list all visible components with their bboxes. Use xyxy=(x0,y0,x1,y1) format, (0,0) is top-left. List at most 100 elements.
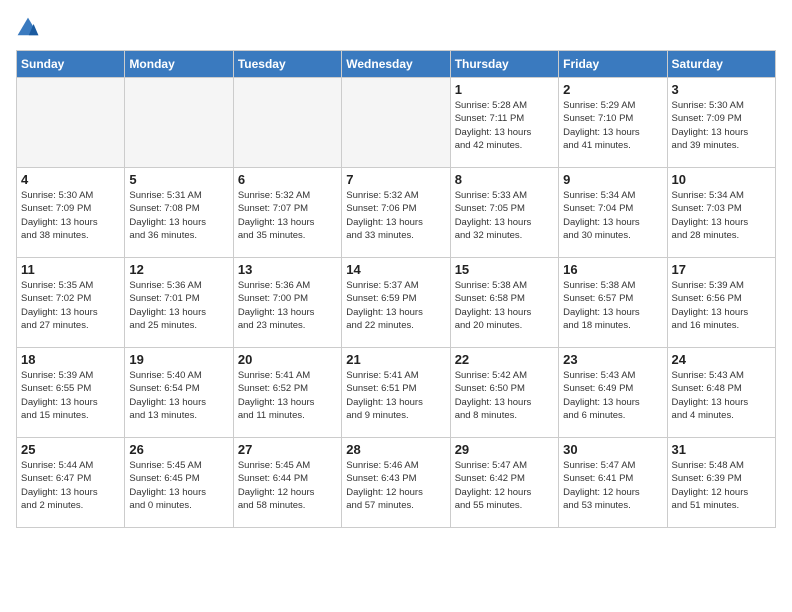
calendar-cell: 1 Sunrise: 5:28 AM Sunset: 7:11 PM Daylig… xyxy=(450,78,558,168)
day-info: Sunrise: 5:45 AM Sunset: 6:45 PM Dayligh… xyxy=(129,459,228,512)
calendar-cell: 12Sunrise: 5:36 AM Sunset: 7:01 PM Dayli… xyxy=(125,258,233,348)
weekday-header-thursday: Thursday xyxy=(450,51,558,78)
day-number: 9 xyxy=(563,172,662,187)
calendar-cell xyxy=(17,78,125,168)
day-info: Sunrise: 5:35 AM Sunset: 7:02 PM Dayligh… xyxy=(21,279,120,332)
day-number: 15 xyxy=(455,262,554,277)
weekday-header-sunday: Sunday xyxy=(17,51,125,78)
day-number: 31 xyxy=(672,442,771,457)
weekday-header-monday: Monday xyxy=(125,51,233,78)
day-info: Sunrise: 5:36 AM Sunset: 7:00 PM Dayligh… xyxy=(238,279,337,332)
day-info: Sunrise: 5:32 AM Sunset: 7:06 PM Dayligh… xyxy=(346,189,445,242)
calendar-week-1: 1 Sunrise: 5:28 AM Sunset: 7:11 PM Daylig… xyxy=(17,78,776,168)
day-number: 27 xyxy=(238,442,337,457)
day-info: Sunrise: 5:43 AM Sunset: 6:48 PM Dayligh… xyxy=(672,369,771,422)
calendar-cell: 11 Sunrise: 5:35 AM Sunset: 7:02 PM Dayli… xyxy=(17,258,125,348)
weekday-header-friday: Friday xyxy=(559,51,667,78)
day-number: 18 xyxy=(21,352,120,367)
day-info: Sunrise: 5:47 AM Sunset: 6:41 PM Dayligh… xyxy=(563,459,662,512)
calendar-cell: 6Sunrise: 5:32 AM Sunset: 7:07 PM Daylig… xyxy=(233,168,341,258)
calendar-cell: 9 Sunrise: 5:34 AM Sunset: 7:04 PM Daylig… xyxy=(559,168,667,258)
calendar-cell: 27 Sunrise: 5:45 AM Sunset: 6:44 PM Dayli… xyxy=(233,438,341,528)
day-info: Sunrise: 5:42 AM Sunset: 6:50 PM Dayligh… xyxy=(455,369,554,422)
calendar-cell: 23 Sunrise: 5:43 AM Sunset: 6:49 PM Dayli… xyxy=(559,348,667,438)
day-number: 20 xyxy=(238,352,337,367)
calendar-cell: 28 Sunrise: 5:46 AM Sunset: 6:43 PM Dayli… xyxy=(342,438,450,528)
logo-icon xyxy=(16,16,40,40)
calendar-cell xyxy=(125,78,233,168)
calendar-cell: 16 Sunrise: 5:38 AM Sunset: 6:57 PM Dayli… xyxy=(559,258,667,348)
day-info: Sunrise: 5:46 AM Sunset: 6:43 PM Dayligh… xyxy=(346,459,445,512)
day-number: 22 xyxy=(455,352,554,367)
day-number: 26 xyxy=(129,442,228,457)
calendar-cell: 4 Sunrise: 5:30 AM Sunset: 7:09 PM Daylig… xyxy=(17,168,125,258)
day-number: 1 xyxy=(455,82,554,97)
day-info: Sunrise: 5:43 AM Sunset: 6:49 PM Dayligh… xyxy=(563,369,662,422)
calendar-cell: 24 Sunrise: 5:43 AM Sunset: 6:48 PM Dayli… xyxy=(667,348,775,438)
calendar-body: 1 Sunrise: 5:28 AM Sunset: 7:11 PM Daylig… xyxy=(17,78,776,528)
day-number: 23 xyxy=(563,352,662,367)
calendar-cell: 20 Sunrise: 5:41 AM Sunset: 6:52 PM Dayli… xyxy=(233,348,341,438)
day-number: 25 xyxy=(21,442,120,457)
day-info: Sunrise: 5:34 AM Sunset: 7:03 PM Dayligh… xyxy=(672,189,771,242)
day-info: Sunrise: 5:28 AM Sunset: 7:11 PM Dayligh… xyxy=(455,99,554,152)
day-number: 24 xyxy=(672,352,771,367)
day-info: Sunrise: 5:30 AM Sunset: 7:09 PM Dayligh… xyxy=(672,99,771,152)
calendar-cell: 18 Sunrise: 5:39 AM Sunset: 6:55 PM Dayli… xyxy=(17,348,125,438)
calendar-cell: 26 Sunrise: 5:45 AM Sunset: 6:45 PM Dayli… xyxy=(125,438,233,528)
day-number: 8 xyxy=(455,172,554,187)
weekday-header-tuesday: Tuesday xyxy=(233,51,341,78)
day-info: Sunrise: 5:30 AM Sunset: 7:09 PM Dayligh… xyxy=(21,189,120,242)
day-info: Sunrise: 5:41 AM Sunset: 6:52 PM Dayligh… xyxy=(238,369,337,422)
day-number: 29 xyxy=(455,442,554,457)
day-info: Sunrise: 5:48 AM Sunset: 6:39 PM Dayligh… xyxy=(672,459,771,512)
calendar-cell: 22 Sunrise: 5:42 AM Sunset: 6:50 PM Dayli… xyxy=(450,348,558,438)
day-info: Sunrise: 5:39 AM Sunset: 6:55 PM Dayligh… xyxy=(21,369,120,422)
calendar-cell: 2Sunrise: 5:29 AM Sunset: 7:10 PM Daylig… xyxy=(559,78,667,168)
calendar-cell: 13Sunrise: 5:36 AM Sunset: 7:00 PM Dayli… xyxy=(233,258,341,348)
calendar-cell xyxy=(342,78,450,168)
day-info: Sunrise: 5:38 AM Sunset: 6:57 PM Dayligh… xyxy=(563,279,662,332)
day-number: 21 xyxy=(346,352,445,367)
calendar-table: SundayMondayTuesdayWednesdayThursdayFrid… xyxy=(16,50,776,528)
calendar-cell: 5Sunrise: 5:31 AM Sunset: 7:08 PM Daylig… xyxy=(125,168,233,258)
calendar-week-5: 25 Sunrise: 5:44 AM Sunset: 6:47 PM Dayli… xyxy=(17,438,776,528)
calendar-cell: 31 Sunrise: 5:48 AM Sunset: 6:39 PM Dayli… xyxy=(667,438,775,528)
day-number: 11 xyxy=(21,262,120,277)
day-number: 14 xyxy=(346,262,445,277)
calendar-cell xyxy=(233,78,341,168)
calendar-week-3: 11 Sunrise: 5:35 AM Sunset: 7:02 PM Dayli… xyxy=(17,258,776,348)
calendar-cell: 21 Sunrise: 5:41 AM Sunset: 6:51 PM Dayli… xyxy=(342,348,450,438)
day-info: Sunrise: 5:32 AM Sunset: 7:07 PM Dayligh… xyxy=(238,189,337,242)
calendar-week-4: 18 Sunrise: 5:39 AM Sunset: 6:55 PM Dayli… xyxy=(17,348,776,438)
day-number: 12 xyxy=(129,262,228,277)
calendar-header-row: SundayMondayTuesdayWednesdayThursdayFrid… xyxy=(17,51,776,78)
calendar-cell: 29 Sunrise: 5:47 AM Sunset: 6:42 PM Dayli… xyxy=(450,438,558,528)
logo xyxy=(16,16,44,40)
day-number: 16 xyxy=(563,262,662,277)
day-number: 19 xyxy=(129,352,228,367)
calendar-cell: 17Sunrise: 5:39 AM Sunset: 6:56 PM Dayli… xyxy=(667,258,775,348)
day-number: 5 xyxy=(129,172,228,187)
calendar-cell: 30 Sunrise: 5:47 AM Sunset: 6:41 PM Dayli… xyxy=(559,438,667,528)
day-info: Sunrise: 5:47 AM Sunset: 6:42 PM Dayligh… xyxy=(455,459,554,512)
calendar-week-2: 4 Sunrise: 5:30 AM Sunset: 7:09 PM Daylig… xyxy=(17,168,776,258)
day-number: 28 xyxy=(346,442,445,457)
calendar-cell: 15Sunrise: 5:38 AM Sunset: 6:58 PM Dayli… xyxy=(450,258,558,348)
day-info: Sunrise: 5:44 AM Sunset: 6:47 PM Dayligh… xyxy=(21,459,120,512)
day-info: Sunrise: 5:41 AM Sunset: 6:51 PM Dayligh… xyxy=(346,369,445,422)
day-number: 17 xyxy=(672,262,771,277)
calendar-cell: 10Sunrise: 5:34 AM Sunset: 7:03 PM Dayli… xyxy=(667,168,775,258)
calendar-cell: 25 Sunrise: 5:44 AM Sunset: 6:47 PM Dayli… xyxy=(17,438,125,528)
day-info: Sunrise: 5:34 AM Sunset: 7:04 PM Dayligh… xyxy=(563,189,662,242)
page-header xyxy=(16,16,776,40)
day-number: 4 xyxy=(21,172,120,187)
calendar-cell: 7Sunrise: 5:32 AM Sunset: 7:06 PM Daylig… xyxy=(342,168,450,258)
calendar-cell: 8Sunrise: 5:33 AM Sunset: 7:05 PM Daylig… xyxy=(450,168,558,258)
day-number: 30 xyxy=(563,442,662,457)
calendar-cell: 14Sunrise: 5:37 AM Sunset: 6:59 PM Dayli… xyxy=(342,258,450,348)
day-info: Sunrise: 5:45 AM Sunset: 6:44 PM Dayligh… xyxy=(238,459,337,512)
day-number: 3 xyxy=(672,82,771,97)
weekday-header-saturday: Saturday xyxy=(667,51,775,78)
day-number: 2 xyxy=(563,82,662,97)
